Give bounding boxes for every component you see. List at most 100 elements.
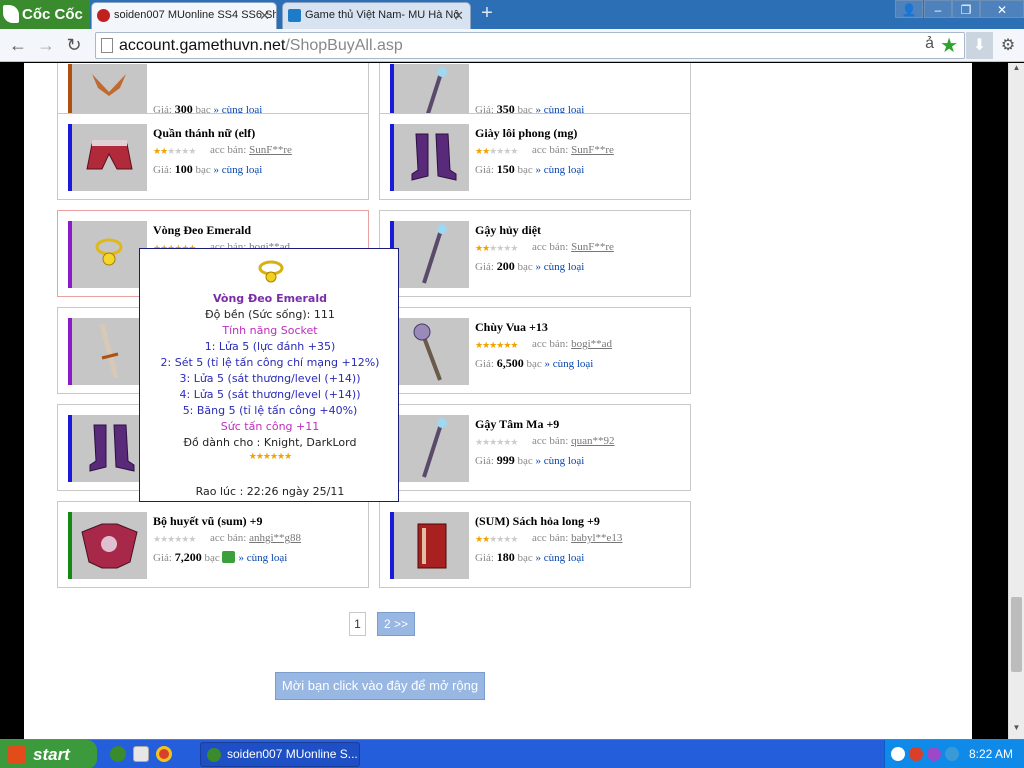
same-type-link[interactable]: » cùng loại [238, 552, 287, 564]
chrome-quicklaunch-icon[interactable] [156, 746, 172, 762]
ring-icon [258, 260, 284, 283]
minimize-icon[interactable]: – [924, 0, 952, 18]
tray-antivirus-icon[interactable] [909, 747, 923, 761]
staff-icon [422, 418, 447, 478]
seller-info[interactable]: acc bán: quan**92 [532, 435, 614, 447]
price-line: Giá: 180 bạc » cùng loại [475, 550, 585, 564]
url-host: account.gamethuvn.net [119, 37, 286, 54]
input-method-indicator[interactable]: ả [925, 35, 934, 53]
seller-info[interactable]: acc bán: SunF**re [532, 144, 614, 156]
tooltip-socket-title: Tính năng Socket [222, 324, 318, 337]
expand-button[interactable]: Mời bạn click vào đây để mở rộng [275, 672, 485, 700]
bookmark-star-icon[interactable]: ★ [940, 33, 958, 58]
same-type-link[interactable]: » cùng loại [535, 261, 584, 273]
tab-gamethuvn[interactable]: Game thủ Việt Nam- MU Hà Nộ ✕ [282, 2, 471, 29]
windows-taskbar: start soiden007 MUonline S... 8:22 AM [0, 739, 1024, 768]
item-thumbnail[interactable] [394, 124, 469, 191]
reload-icon[interactable]: ↻ [62, 33, 86, 57]
tab-close-icon[interactable]: ✕ [453, 3, 464, 28]
same-type-link[interactable]: » cùng loại [544, 358, 593, 370]
item-card[interactable]: Chùy Vua +13 ★★★★★★ acc bán: bogi**ad Giá: … [379, 307, 691, 394]
browser-brand-label: Cốc Cốc [22, 6, 83, 23]
address-bar[interactable]: account.gamethuvn.net/ShopBuyAll.asp ả ★ [95, 32, 965, 59]
rating-stars: ★★★★★★ [475, 437, 518, 447]
taskbar-browser-window[interactable]: soiden007 MUonline S... [200, 742, 360, 767]
back-icon[interactable]: ← [6, 33, 30, 57]
item-thumbnail[interactable] [72, 512, 147, 579]
tab-soiden007[interactable]: soiden007 MUonline SS4 SS6 Sh ✕ [91, 2, 277, 29]
coccoc-logo[interactable]: Cốc Cốc [0, 0, 90, 29]
item-thumbnail[interactable] [394, 221, 469, 288]
item-thumbnail[interactable] [394, 318, 469, 385]
item-name[interactable]: Chùy Vua +13 [475, 320, 548, 335]
seller-info[interactable]: acc bán: bogi**ad [532, 338, 612, 350]
tray-viber-icon[interactable] [927, 747, 941, 761]
item-name[interactable]: Bộ huyết vũ (sum) +9 [153, 514, 263, 529]
item-thumbnail[interactable] [394, 415, 469, 482]
same-type-link[interactable]: » cùng loại [535, 552, 584, 564]
item-card[interactable]: (SUM) Sách hỏa long +9 ★★★★★★ acc bán: bab… [379, 501, 691, 588]
download-icon[interactable]: ⬇ [966, 32, 993, 59]
sword-icon [99, 323, 119, 379]
item-thumbnail[interactable] [72, 221, 147, 288]
notepad-quicklaunch-icon[interactable] [133, 746, 149, 762]
same-type-link[interactable]: » cùng loại [535, 455, 584, 467]
price-line: Giá: 200 bạc » cùng loại [475, 259, 585, 273]
item-name[interactable]: (SUM) Sách hỏa long +9 [475, 514, 600, 529]
same-type-link[interactable]: » cùng loại [213, 164, 262, 176]
item-card[interactable]: Gậy hủy diệt ★★★★★★ acc bán: SunF**re Giá: … [379, 210, 691, 297]
scroll-down-icon[interactable]: ▼ [1009, 723, 1024, 737]
item-thumbnail[interactable] [72, 124, 147, 191]
start-button[interactable]: start [0, 740, 97, 768]
tab-close-icon[interactable]: ✕ [259, 3, 270, 28]
pagination-current[interactable]: 1 [349, 612, 366, 636]
windows-flag-icon [8, 746, 26, 763]
tooltip-socket-option: 3: Lửa 5 (sát thương/level (+14)) [179, 372, 361, 385]
browser-tab-strip: Cốc Cốc soiden007 MUonline SS4 SS6 Sh ✕ … [0, 0, 1024, 29]
seller-info[interactable]: acc bán: SunF**re [532, 241, 614, 253]
price-line: Giá: 150 bạc » cùng loại [475, 162, 585, 176]
tray-arrow-icon[interactable] [891, 747, 905, 761]
pagination-next[interactable]: 2 >> [377, 612, 415, 636]
seller-info[interactable]: acc bán: SunF**re [210, 144, 292, 156]
phone-icon[interactable] [222, 551, 236, 563]
coccoc-quicklaunch-icon[interactable] [110, 746, 126, 762]
item-thumbnail[interactable] [72, 415, 147, 482]
scroll-thumb[interactable] [1011, 597, 1022, 672]
scroll-up-icon[interactable]: ▲ [1009, 63, 1024, 77]
ring-icon [95, 238, 123, 266]
seller-info[interactable]: acc bán: babyl**e13 [532, 532, 622, 544]
tab-title: Game thủ Việt Nam- MU Hà Nộ [305, 9, 460, 21]
tooltip-rating-stars: ★★★★★★ [248, 452, 292, 462]
item-tooltip: Vòng Đeo Emerald Độ bền (Sức sống): 111 … [139, 248, 399, 502]
tab-title: soiden007 MUonline SS4 SS6 Sh [114, 9, 277, 21]
item-card[interactable]: Bộ huyết vũ (sum) +9 ★★★★★★ acc bán: anhgi… [57, 501, 369, 588]
url-text[interactable]: account.gamethuvn.net/ShopBuyAll.asp [119, 33, 403, 58]
pants-icon [86, 140, 133, 170]
gamethu-favicon-icon [288, 9, 301, 22]
item-name[interactable]: Giày lôi phong (mg) [475, 126, 577, 141]
tooltip-item-name: Vòng Đeo Emerald [213, 292, 327, 305]
page-scrollbar[interactable]: ▲ ▼ [1008, 63, 1024, 739]
restore-icon[interactable]: ❐ [952, 0, 980, 18]
item-name[interactable]: Gậy Tâm Ma +9 [475, 417, 559, 432]
item-card[interactable]: Giày lôi phong (mg) ★★★★★★ acc bán: SunF**… [379, 113, 691, 200]
new-tab-icon[interactable]: + [478, 3, 496, 23]
forward-icon[interactable]: → [34, 33, 58, 57]
item-card[interactable]: Gậy Tâm Ma +9 ★★★★★★ acc bán: quan**92 Giá:… [379, 404, 691, 491]
item-name[interactable]: Gậy hủy diệt [475, 223, 541, 238]
item-thumbnail[interactable] [72, 318, 147, 385]
tooltip-posted-time: Rao lúc : 22:26 ngày 25/11 [195, 485, 345, 498]
same-type-link[interactable]: » cùng loại [535, 164, 584, 176]
close-window-icon[interactable]: ✕ [980, 0, 1024, 18]
item-name[interactable]: Quần thánh nữ (elf) [153, 126, 255, 141]
item-thumbnail[interactable] [394, 512, 469, 579]
tray-network-icon[interactable] [945, 747, 959, 761]
item-card[interactable]: Quần thánh nữ (elf) ★★★★★★ acc bán: SunF**… [57, 113, 369, 200]
seller-info[interactable]: acc bán: anhgi**g88 [210, 532, 301, 544]
profile-icon[interactable]: 👤 [895, 0, 923, 18]
item-name[interactable]: Vòng Đeo Emerald [153, 223, 251, 238]
staff-icon [422, 224, 447, 284]
browser-menu-icon[interactable]: ⚙ [996, 32, 1020, 59]
rating-stars: ★★★★★★ [153, 146, 196, 156]
